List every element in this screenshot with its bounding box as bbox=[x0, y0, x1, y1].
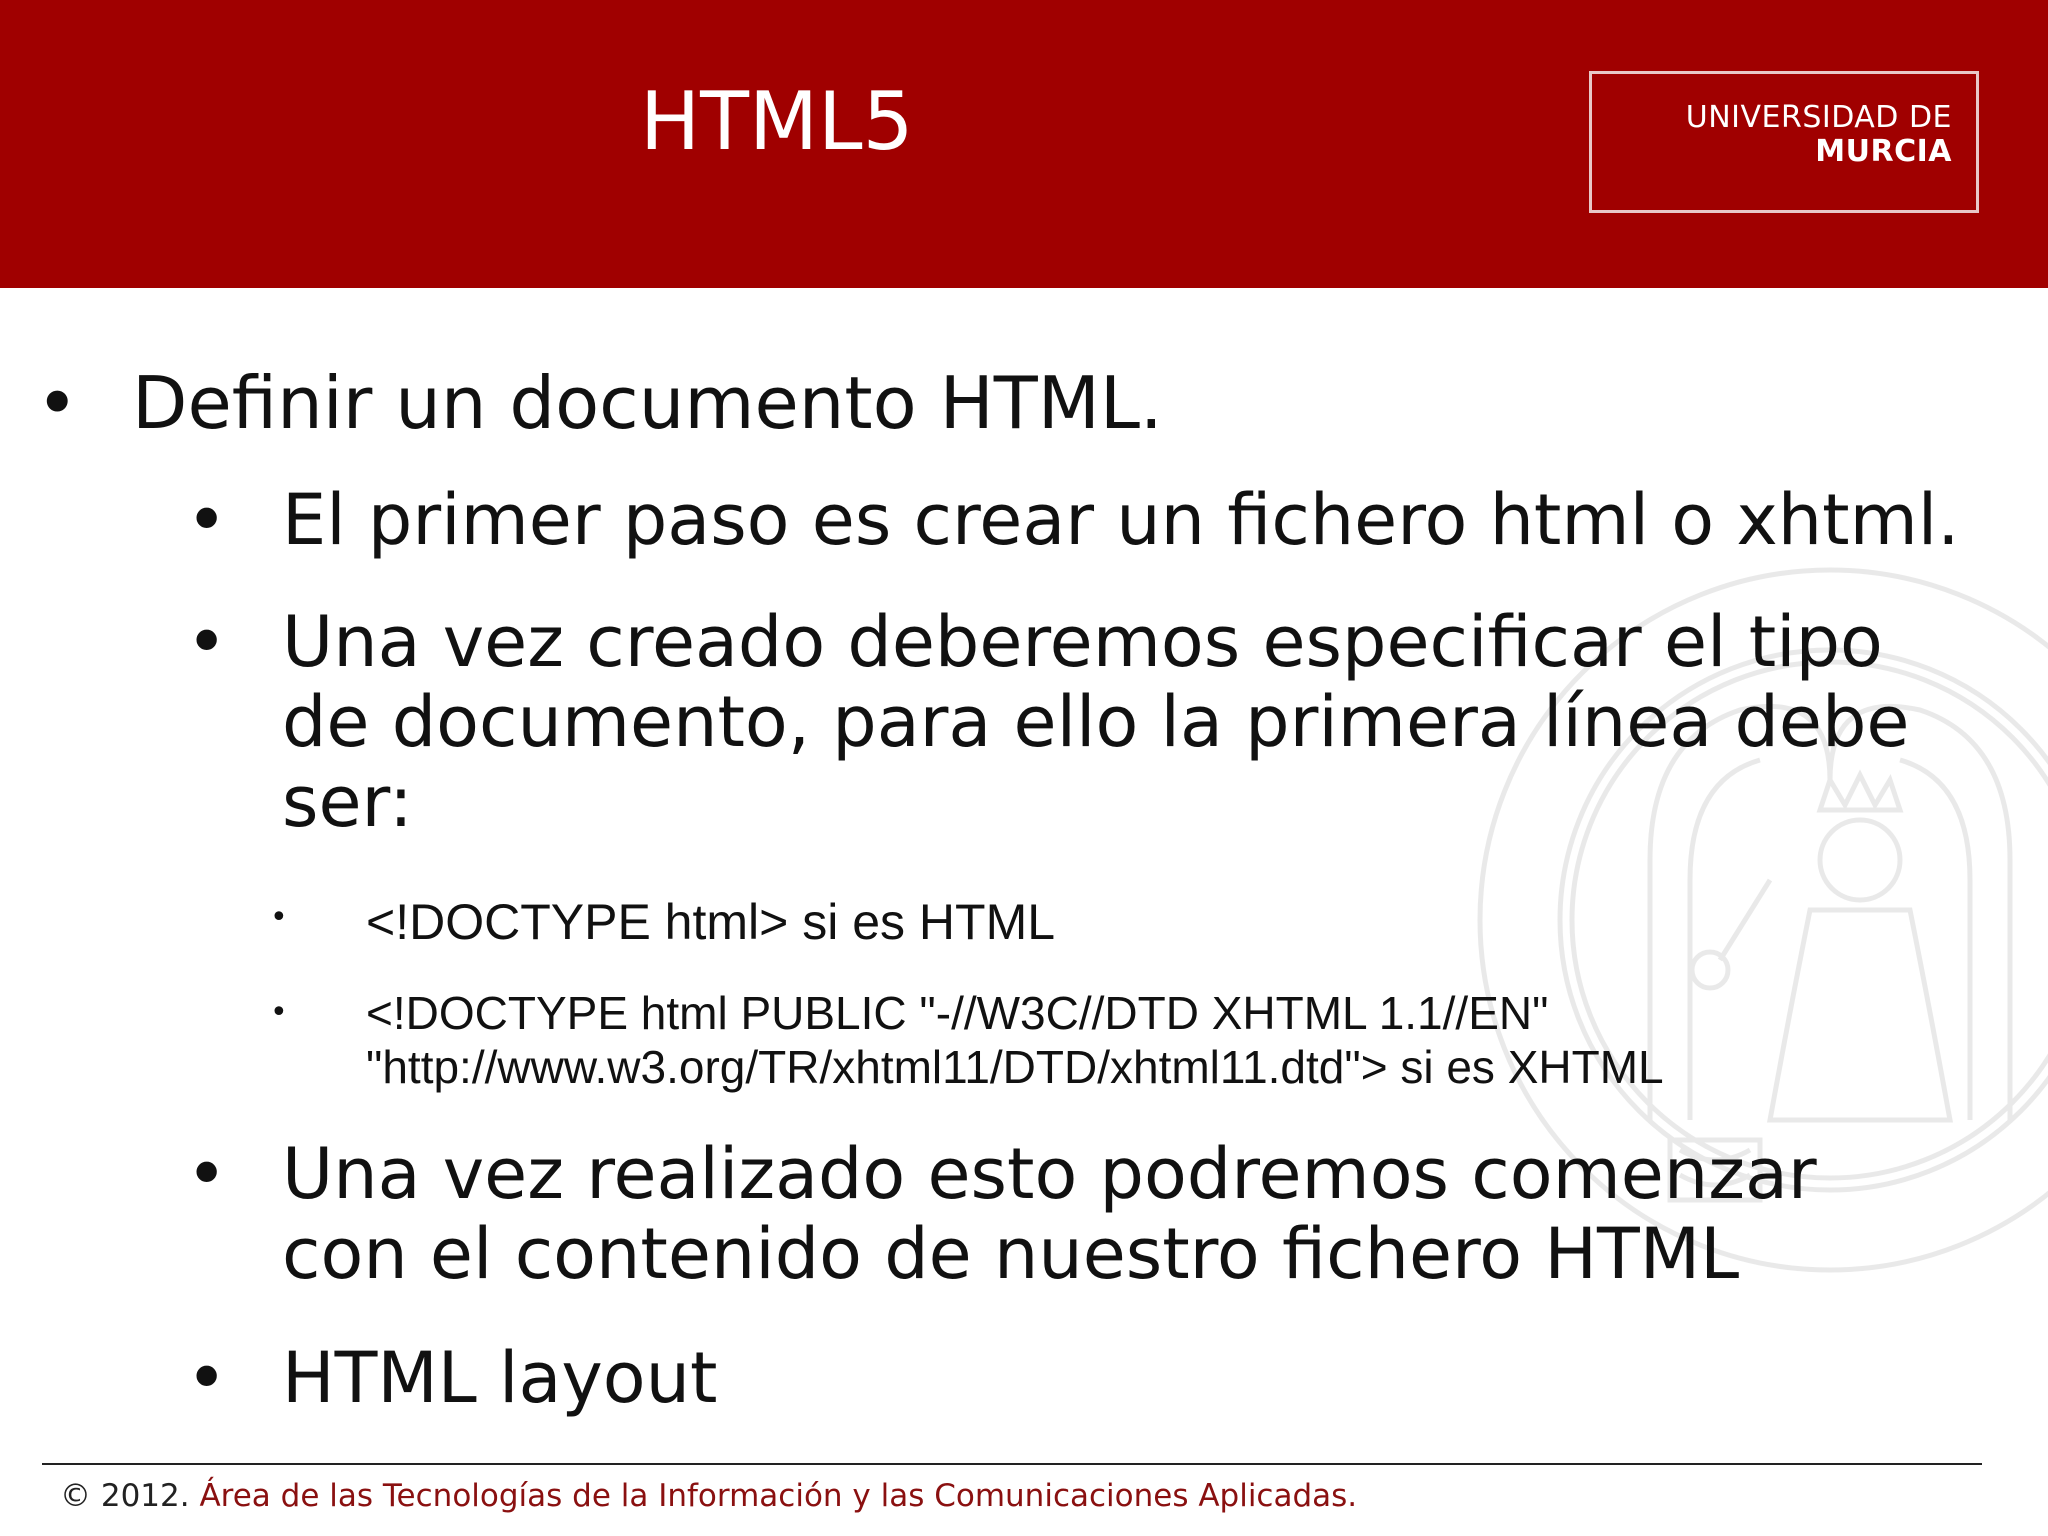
bullet-text-line: Una vez creado deberemos especificar el … bbox=[282, 601, 1883, 683]
bullet-dot: • bbox=[270, 900, 288, 935]
bullet-dot: • bbox=[186, 601, 228, 683]
bullet-text: Definir un documento HTML. bbox=[132, 361, 1163, 445]
bullet-text: El primer paso es crear un fichero html … bbox=[282, 479, 1960, 561]
bullet-text: <!DOCTYPE html> si es HTML bbox=[366, 894, 1056, 950]
bullet-dot: • bbox=[186, 1133, 228, 1215]
bullet-dot: • bbox=[270, 995, 288, 1030]
bullet-text-block: Una vez creado deberemos especificar el … bbox=[282, 600, 1909, 844]
footer-divider bbox=[42, 1463, 1982, 1465]
bullet-text-line: <!DOCTYPE html PUBLIC "-//W3C//DTD XHTML… bbox=[366, 987, 1549, 1039]
slide-title: HTML5 bbox=[640, 75, 914, 168]
bullet-text-line: "http://www.w3.org/TR/xhtml11/DTD/xhtml1… bbox=[366, 1040, 1664, 1093]
bullet-dot: • bbox=[186, 479, 228, 561]
footer-copyright: © 2012. bbox=[60, 1478, 190, 1514]
university-logo: UNIVERSIDAD DE MURCIA bbox=[1589, 71, 1979, 213]
bullet-text-line: de documento, para ello la primera línea… bbox=[282, 681, 1910, 763]
bullet-dot: • bbox=[186, 1337, 228, 1419]
logo-line-2: MURCIA bbox=[1815, 134, 1952, 169]
bullet-text-line: con el contenido de nuestro fichero HTML bbox=[282, 1213, 1740, 1295]
bullet-text-block: Una vez realizado esto podremos comenzar… bbox=[282, 1132, 1817, 1296]
bullet-text-line: Una vez realizado esto podremos comenzar bbox=[282, 1133, 1817, 1215]
footer-organization: Área de las Tecnologías de la Informació… bbox=[199, 1478, 1358, 1514]
footer: © 2012. Área de las Tecnologías de la In… bbox=[60, 1478, 1357, 1514]
logo-line-1: UNIVERSIDAD DE bbox=[1685, 100, 1952, 135]
header-bar: HTML5 UNIVERSIDAD DE MURCIA bbox=[0, 0, 2048, 288]
bullet-text: HTML layout bbox=[282, 1337, 718, 1419]
bullet-text-block: <!DOCTYPE html PUBLIC "-//W3C//DTD XHTML… bbox=[366, 987, 1664, 1095]
bullet-text-line: ser: bbox=[282, 761, 413, 843]
bullet-dot: • bbox=[36, 361, 79, 445]
